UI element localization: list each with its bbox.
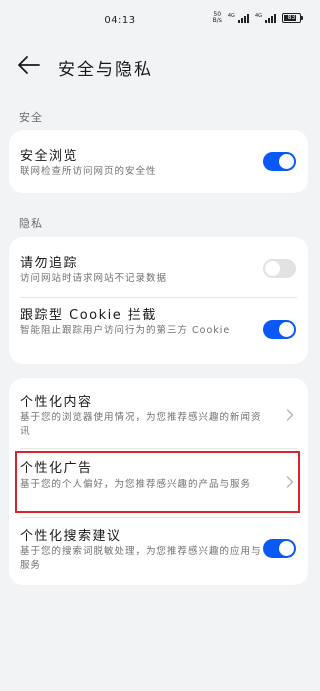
- row-do-not-track[interactable]: 请勿追踪 访问网站时请求网站不记录数据: [9, 237, 308, 297]
- do-not-track-title: 请勿追踪: [20, 256, 79, 271]
- personalized-search-subtitle: 基于您的搜索词脱敏处理，为您推荐感兴趣的应用与服务: [20, 546, 262, 571]
- status-bar: 04:13 50 B/s 4G 4G 83: [0, 0, 319, 46]
- status-time: 04:13: [104, 15, 136, 26]
- section-label-privacy: 隐私: [19, 217, 43, 230]
- row-cookie-block[interactable]: 跟踪型 Cookie 拦截 智能阻止跟踪用户访问行为的第三方 Cookie: [9, 298, 308, 364]
- personalized-content-title: 个性化内容: [20, 395, 93, 410]
- signal-icon: 4G: [228, 13, 249, 23]
- personalized-search-toggle[interactable]: [263, 539, 296, 558]
- do-not-track-subtitle: 访问网站时请求网站不记录数据: [20, 273, 168, 284]
- signal-tag-2: 4G: [254, 13, 262, 19]
- page-title: 安全与隐私: [58, 60, 153, 80]
- row-personalized-ads[interactable]: 个性化广告 基于您的个人偏好，为您推荐感兴趣的产品与服务: [9, 451, 308, 515]
- do-not-track-toggle[interactable]: [263, 259, 296, 278]
- cookie-block-subtitle: 智能阻止跟踪用户访问行为的第三方 Cookie: [20, 325, 231, 336]
- cookie-block-title: 跟踪型 Cookie 拦截: [20, 308, 157, 323]
- section-label-security: 安全: [19, 111, 43, 124]
- row-safe-browsing[interactable]: 安全浏览 联网检查所访问网页的安全性: [9, 130, 308, 193]
- signal-tag: 4G: [227, 13, 235, 19]
- safe-browsing-toggle[interactable]: [263, 152, 296, 171]
- arrow-left-icon[interactable]: [17, 55, 41, 75]
- row-personalized-content[interactable]: 个性化内容 基于您的浏览器使用情况，为您推荐感兴趣的新闻资讯: [9, 378, 308, 448]
- battery-icon: 83: [282, 13, 303, 23]
- network-speed-unit: B/s: [212, 17, 222, 24]
- personalized-content-subtitle: 基于您的浏览器使用情况，为您推荐感兴趣的新闻资讯: [20, 412, 262, 437]
- signal-icon-2: 4G: [255, 13, 276, 23]
- header: 安全与隐私: [0, 46, 319, 86]
- battery-level: 83: [287, 14, 296, 21]
- network-speed: 50 B/s: [213, 12, 222, 24]
- privacy-card: 请勿追踪 访问网站时请求网站不记录数据 跟踪型 Cookie 拦截 智能阻止跟踪…: [9, 237, 308, 364]
- chevron-right-icon: [286, 476, 294, 488]
- divider: [20, 448, 297, 449]
- safe-browsing-subtitle: 联网检查所访问网页的安全性: [20, 166, 157, 177]
- safe-browsing-title: 安全浏览: [20, 149, 79, 164]
- row-personalized-search[interactable]: 个性化搜索建议 基于您的搜索词脱敏处理，为您推荐感兴趣的应用与服务: [9, 518, 308, 585]
- personalized-ads-title: 个性化广告: [20, 461, 93, 476]
- status-indicators: 50 B/s 4G 4G 83: [213, 12, 303, 24]
- personalized-search-title: 个性化搜索建议: [20, 529, 122, 544]
- personalization-card: 个性化内容 基于您的浏览器使用情况，为您推荐感兴趣的新闻资讯 个性化广告 基于您…: [9, 378, 308, 585]
- security-card: 安全浏览 联网检查所访问网页的安全性: [9, 130, 308, 193]
- cookie-block-toggle[interactable]: [263, 320, 296, 339]
- chevron-right-icon: [286, 409, 294, 421]
- personalized-ads-subtitle: 基于您的个人偏好，为您推荐感兴趣的产品与服务: [20, 479, 252, 490]
